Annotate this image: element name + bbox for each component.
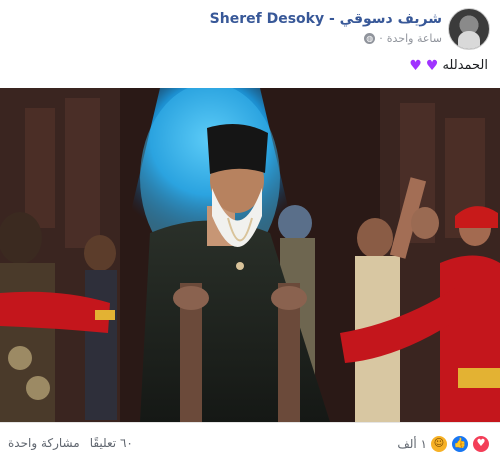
post-header: شريف دسوقي - Sheref Desoky ساعة واحدة · … (10, 8, 490, 52)
post-footer: ♥ 👍 ☺ ١ ألف ٦٠ تعليقًا مشاركة واحدة (0, 422, 500, 465)
author-name[interactable]: شريف دسوقي - Sheref Desoky (210, 11, 442, 27)
engagement-counts: ٦٠ تعليقًا مشاركة واحدة (8, 436, 133, 450)
post-time[interactable]: ساعة واحدة (387, 32, 442, 45)
shares-count[interactable]: مشاركة واحدة (8, 436, 80, 450)
reactions-summary[interactable]: ♥ 👍 ☺ ١ ألف (397, 435, 490, 453)
like-icon: 👍 (451, 435, 469, 453)
purple-heart-icon: ♥ (409, 57, 422, 74)
stage-photo-illustration (0, 88, 500, 422)
love-icon: ♥ (472, 435, 490, 453)
post-meta: ساعة واحدة · ◍ (364, 32, 442, 45)
comments-count[interactable]: ٦٠ تعليقًا (90, 436, 133, 450)
wow-icon: ☺ (430, 435, 448, 453)
purple-heart-icon: ♥ (425, 57, 439, 74)
post-caption: الحمدلله ♥ ♥ (409, 58, 488, 73)
caption-text: الحمدلله (442, 58, 488, 73)
post-photo[interactable] (0, 88, 500, 422)
reactions-count[interactable]: ١ ألف (397, 437, 427, 451)
globe-icon[interactable]: ◍ (364, 33, 376, 44)
avatar[interactable] (448, 8, 490, 50)
meta-separator: · (379, 32, 383, 45)
